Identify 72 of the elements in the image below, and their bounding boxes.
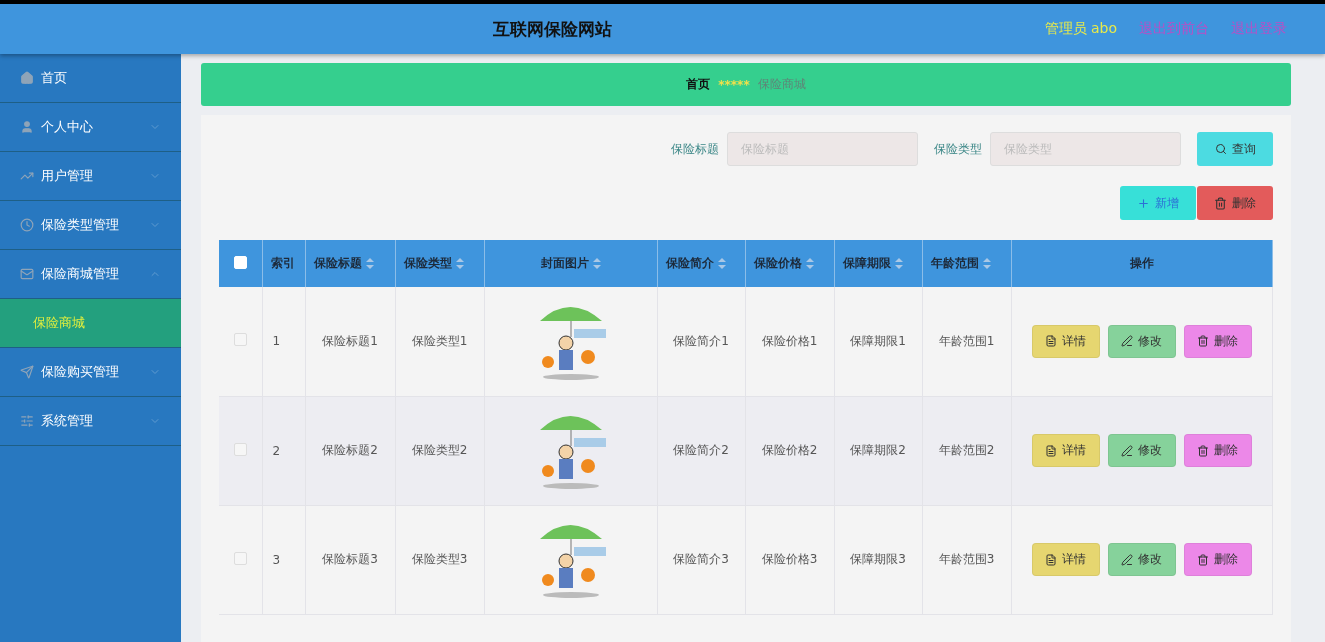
edit-button[interactable]: 修改 [1107, 543, 1176, 576]
document-icon [1045, 335, 1057, 348]
clock-icon [20, 218, 34, 232]
mail-icon [20, 267, 34, 281]
column-header: 索引 [270, 255, 295, 272]
site-title: 互联网保险网站 [491, 17, 613, 41]
admin-name: 管理员 abo [1044, 20, 1117, 38]
document-icon [1045, 444, 1057, 457]
sidebar-subitem[interactable]: 保险商城 [0, 299, 181, 348]
column-header: 操作 [1129, 255, 1154, 272]
table-cell: 保险价格1 [761, 333, 818, 348]
document-icon [1045, 553, 1057, 566]
table-cell: 保险类型1 [411, 333, 468, 348]
table-cell: 保险简介2 [673, 443, 729, 457]
table-cell: 保障期限1 [850, 333, 906, 348]
table-cell: 2 [272, 443, 281, 458]
sort-icon[interactable] [894, 258, 903, 269]
table-cell: 保险标题2 [322, 443, 378, 457]
field-label: 保险类型 [934, 140, 982, 158]
detail-button[interactable]: 详情 [1031, 434, 1100, 467]
checkbox[interactable] [233, 551, 247, 565]
table-cell: 保险价格3 [761, 552, 818, 566]
pen-icon [1121, 553, 1133, 566]
table-cell: 年龄范围3 [938, 552, 995, 566]
table-cell: 保险标题3 [322, 552, 378, 566]
trash-icon [1197, 444, 1209, 457]
table-cell: 保险类型3 [411, 552, 468, 566]
trash-icon [1197, 335, 1209, 348]
table-cell: 保险简介1 [673, 333, 729, 348]
table-cell: 保障期限3 [850, 552, 906, 566]
table-cell: 年龄范围2 [938, 443, 995, 457]
sort-icon[interactable] [717, 258, 726, 269]
edit-button[interactable]: 修改 [1107, 434, 1176, 467]
table-cell: 年龄范围1 [938, 333, 995, 348]
trash-icon [1214, 196, 1227, 210]
table-cell: 保险标题1 [322, 333, 378, 348]
sort-icon[interactable] [365, 258, 374, 269]
plus-icon [1137, 196, 1150, 210]
sliders-icon [20, 414, 34, 428]
send-icon [20, 365, 34, 379]
table-cell: 1 [272, 334, 281, 349]
sort-icon[interactable] [982, 258, 991, 269]
table-cell: 保险简介3 [673, 552, 729, 566]
delete-button[interactable]: 删除 [1183, 543, 1252, 576]
table-cell: 3 [272, 552, 281, 567]
sort-icon[interactable] [592, 258, 601, 269]
detail-button[interactable]: 详情 [1031, 543, 1100, 576]
trash-icon [1197, 553, 1209, 566]
user-icon [20, 120, 34, 134]
sort-icon[interactable] [455, 258, 464, 269]
search-icon [1214, 143, 1227, 155]
table-cell: 保险类型2 [411, 443, 468, 457]
field-label: 保险标题 [671, 140, 719, 158]
home-icon [20, 71, 34, 85]
breadcrumb-current: 保险商城 [757, 76, 806, 93]
breadcrumb-home[interactable]: 首页 [686, 76, 711, 93]
pen-icon [1121, 444, 1133, 457]
edit-button[interactable]: 修改 [1107, 324, 1176, 358]
add-button[interactable]: 新增 [1120, 186, 1196, 220]
detail-button[interactable]: 详情 [1031, 324, 1100, 358]
table-cell: 保障期限2 [850, 443, 906, 457]
column-header[interactable]: 封面图片 [540, 255, 601, 272]
search-button[interactable]: 查询 [1197, 132, 1273, 166]
checkbox[interactable] [233, 442, 247, 456]
delete-button[interactable]: 删除 [1183, 324, 1252, 358]
breadcrumb-separator: ***** [718, 77, 750, 92]
checkbox[interactable] [233, 333, 247, 347]
pen-icon [1121, 335, 1133, 348]
table-cell: 保险价格2 [761, 443, 818, 457]
delete-button[interactable]: 删除 [1197, 186, 1273, 220]
sort-icon[interactable] [805, 258, 814, 269]
delete-button[interactable]: 删除 [1183, 434, 1252, 467]
